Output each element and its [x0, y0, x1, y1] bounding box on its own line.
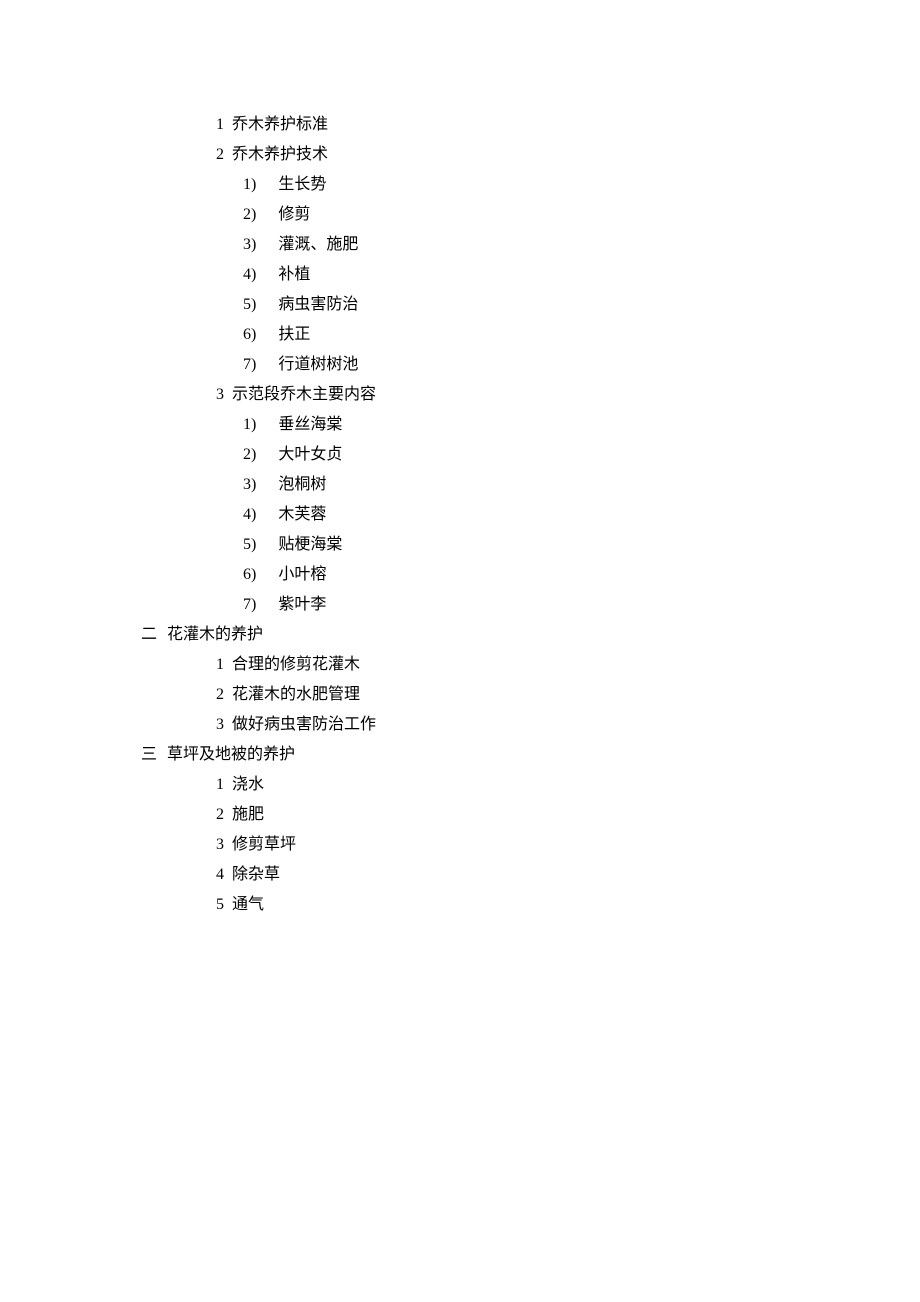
outline-subitem: 6) 扶正 [0, 320, 920, 350]
subitem-number: 4) [243, 506, 256, 523]
item-number: 2 [216, 146, 224, 163]
subitem-number: 6) [243, 326, 256, 343]
outline-subitem: 5) 贴梗海棠 [0, 530, 920, 560]
subitem-text: 灌溉、施肥 [278, 236, 358, 253]
item-text: 修剪草坪 [232, 836, 296, 853]
subitem-number: 1) [243, 416, 256, 433]
item-number: 3 [216, 836, 224, 853]
section-number: 三 [141, 746, 157, 763]
subitem-text: 泡桐树 [278, 476, 326, 493]
outline-item: 3 示范段乔木主要内容 [0, 380, 920, 410]
subitem-text: 病虫害防治 [278, 296, 358, 313]
subitem-number: 7) [243, 596, 256, 613]
subitem-number: 1) [243, 176, 256, 193]
outline-item: 2 施肥 [0, 800, 920, 830]
subitem-number: 4) [243, 266, 256, 283]
subitem-number: 5) [243, 536, 256, 553]
outline-item: 5 通气 [0, 890, 920, 920]
subitem-number: 2) [243, 446, 256, 463]
outline-subitem: 4) 木芙蓉 [0, 500, 920, 530]
outline-subitem: 7) 紫叶李 [0, 590, 920, 620]
outline-subitem: 2) 修剪 [0, 200, 920, 230]
outline-item: 2 花灌木的水肥管理 [0, 680, 920, 710]
section-text: 草坪及地被的养护 [167, 746, 295, 763]
subitem-text: 修剪 [278, 206, 310, 223]
section-text: 花灌木的养护 [167, 626, 263, 643]
outline-item: 3 做好病虫害防治工作 [0, 710, 920, 740]
document-page: 1乔木养护标准 2乔木养护技术 1)生长势 2)修剪 3)灌溉、施肥 4)补植 … [0, 0, 920, 920]
subitem-text: 扶正 [278, 326, 310, 343]
subitem-text: 垂丝海棠 [278, 416, 342, 433]
outline-subitem: 1) 生长势 [0, 170, 920, 200]
outline-item: 3 修剪草坪 [0, 830, 920, 860]
subitem-text: 补植 [278, 266, 310, 283]
item-text: 合理的修剪花灌木 [232, 656, 360, 673]
outline-subitem: 5) 病虫害防治 [0, 290, 920, 320]
item-text: 乔木养护技术 [232, 146, 328, 163]
subitem-number: 7) [243, 356, 256, 373]
subitem-number: 6) [243, 566, 256, 583]
subitem-text: 贴梗海棠 [278, 536, 342, 553]
item-number: 1 [216, 116, 224, 133]
subitem-number: 3) [243, 236, 256, 253]
outline-item: 1 乔木养护标准 [0, 110, 920, 140]
outline-item: 4 除杂草 [0, 860, 920, 890]
outline-subitem: 7) 行道树树池 [0, 350, 920, 380]
subitem-text: 行道树树池 [278, 356, 358, 373]
subitem-text: 木芙蓉 [278, 506, 326, 523]
section-heading: 二花灌木的养护 [0, 620, 920, 650]
subitem-number: 2) [243, 206, 256, 223]
subitem-text: 生长势 [278, 176, 326, 193]
item-number: 1 [216, 776, 224, 793]
outline-item: 1 合理的修剪花灌木 [0, 650, 920, 680]
item-number: 3 [216, 386, 224, 403]
subitem-number: 5) [243, 296, 256, 313]
subitem-text: 大叶女贞 [278, 446, 342, 463]
item-number: 2 [216, 806, 224, 823]
section-heading: 三草坪及地被的养护 [0, 740, 920, 770]
subitem-text: 小叶榕 [278, 566, 326, 583]
item-number: 1 [216, 656, 224, 673]
item-number: 5 [216, 896, 224, 913]
item-text: 做好病虫害防治工作 [232, 716, 376, 733]
item-text: 浇水 [232, 776, 264, 793]
item-text: 示范段乔木主要内容 [232, 386, 376, 403]
outline-subitem: 6) 小叶榕 [0, 560, 920, 590]
outline-item: 2 乔木养护技术 [0, 140, 920, 170]
section-number: 二 [141, 626, 157, 643]
item-text: 施肥 [232, 806, 264, 823]
item-number: 3 [216, 716, 224, 733]
outline-subitem: 1) 垂丝海棠 [0, 410, 920, 440]
item-text: 乔木养护标准 [232, 116, 328, 133]
outline-subitem: 4) 补植 [0, 260, 920, 290]
outline-item: 1 浇水 [0, 770, 920, 800]
item-text: 花灌木的水肥管理 [232, 686, 360, 703]
item-text: 通气 [232, 896, 264, 913]
outline-subitem: 2) 大叶女贞 [0, 440, 920, 470]
outline-subitem: 3) 灌溉、施肥 [0, 230, 920, 260]
item-number: 4 [216, 866, 224, 883]
subitem-number: 3) [243, 476, 256, 493]
subitem-text: 紫叶李 [278, 596, 326, 613]
item-number: 2 [216, 686, 224, 703]
outline-subitem: 3) 泡桐树 [0, 470, 920, 500]
item-text: 除杂草 [232, 866, 280, 883]
